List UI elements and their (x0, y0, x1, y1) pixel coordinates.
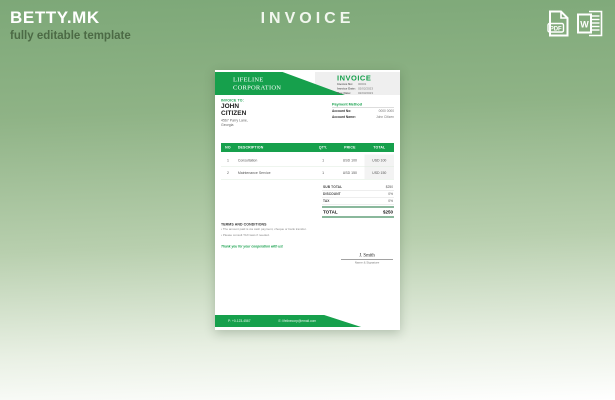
thank-you-note: Thank you for your cooperation with us! (221, 245, 311, 249)
cell-no: 1 (221, 159, 235, 163)
client-address-line2: Georgia (221, 123, 248, 128)
pdf-icon-label: PDF (550, 26, 562, 32)
tax-value: 0% (388, 200, 393, 204)
tax-label: TAX (323, 200, 330, 204)
totals-block: SUB TOTAL $250 DISCOUNT 0% TAX 0% TOTAL … (322, 184, 394, 218)
pdf-file-icon[interactable]: PDF (547, 10, 570, 37)
grand-total-row: TOTAL $250 (322, 207, 394, 218)
cell-description: Consultation (235, 159, 311, 163)
tax-row: TAX 0% (322, 198, 394, 205)
invoice-meta-row: Due Date: 02/03/2023 (337, 92, 395, 97)
cell-price: USD 100 (335, 159, 364, 163)
terms-block: TERMS AND CONDITIONS • The amount paid i… (221, 223, 311, 249)
subtotal-label: SUB TOTAL (323, 186, 342, 190)
col-header-total: TOTAL (365, 146, 394, 150)
line-items-table: NO DESCRIPTION QTY. PRICE TOTAL 1 Consul… (221, 143, 394, 180)
word-file-icon[interactable]: W (577, 10, 603, 37)
client-last-name: CITIZEN (221, 110, 248, 117)
signature-caption: Name & Signature (341, 262, 393, 265)
download-options: PDF W (547, 10, 603, 37)
col-header-description: DESCRIPTION (235, 146, 311, 150)
cell-total: USD 150 (365, 167, 394, 179)
table-header-row: NO DESCRIPTION QTY. PRICE TOTAL (221, 143, 394, 152)
col-header-no: NO (221, 146, 235, 150)
invoice-heading: INVOICE (337, 74, 395, 83)
footer-email: E: lifelinecorp@email.com (279, 319, 317, 323)
client-address: 4567 Parry Lane, Georgia (221, 118, 248, 127)
account-name-label: Account Name: (332, 116, 356, 120)
terms-item: • Please consult TAX laws if needed. (221, 233, 311, 238)
word-icon-label: W (580, 20, 589, 30)
col-header-price: PRICE (335, 146, 364, 150)
footer-phone: P: +0-123-4567 (228, 319, 251, 323)
terms-item: • The amount paid is via cash payment, c… (221, 228, 311, 233)
terms-title: TERMS AND CONDITIONS (221, 223, 311, 227)
signature-block: J. Smith Name & Signature (341, 253, 393, 265)
invoice-heading-block: INVOICE Invoice No: 00001 Invoice Date: … (337, 74, 395, 96)
cell-qty: 1 (311, 159, 335, 163)
table-row: 1 Consultation 1 USD 100 USD 100 (221, 155, 394, 168)
discount-label: DISCOUNT (323, 193, 341, 197)
cell-total: USD 100 (365, 155, 394, 167)
signature-name: J. Smith (341, 253, 393, 260)
account-no-label: Account No: (332, 110, 351, 114)
bill-to-block: INVOICE TO: JOHN CITIZEN 4567 Parry Lane… (221, 99, 248, 128)
payment-method-block: Payment Method Account No: 0000 0000 Acc… (332, 102, 394, 120)
due-date-value: 02/03/2023 (358, 92, 373, 97)
subtotal-value: $250 (386, 186, 393, 190)
account-name-value: John Citizen (376, 116, 394, 120)
cell-price: USD 150 (335, 171, 364, 175)
brand-tagline: fully editable template (10, 30, 131, 42)
discount-value: 0% (388, 193, 393, 197)
grand-total-label: TOTAL (323, 210, 338, 215)
invoice-footer-band: P: +0-123-4567 E: lifelinecorp@email.com (215, 315, 400, 327)
account-name-row: Account Name: John Citizen (332, 114, 394, 120)
cell-qty: 1 (311, 171, 335, 175)
due-date-label: Due Date: (337, 92, 358, 97)
subtotal-row: SUB TOTAL $250 (322, 184, 394, 191)
account-no-value: 0000 0000 (379, 110, 394, 114)
page-title: INVOICE (0, 10, 615, 28)
cell-description: Maintenance Service (235, 171, 311, 175)
discount-row: DISCOUNT 0% (322, 191, 394, 198)
table-row: 2 Maintenance Service 1 USD 150 USD 150 (221, 167, 394, 180)
cell-no: 2 (221, 171, 235, 175)
page-background: BETTY.MK fully editable template INVOICE… (0, 0, 615, 400)
grand-total-value: $250 (383, 210, 393, 215)
col-header-qty: QTY. (311, 146, 335, 150)
invoice-document-preview: LIFELINE CORPORATION INVOICE Invoice No:… (215, 70, 400, 330)
